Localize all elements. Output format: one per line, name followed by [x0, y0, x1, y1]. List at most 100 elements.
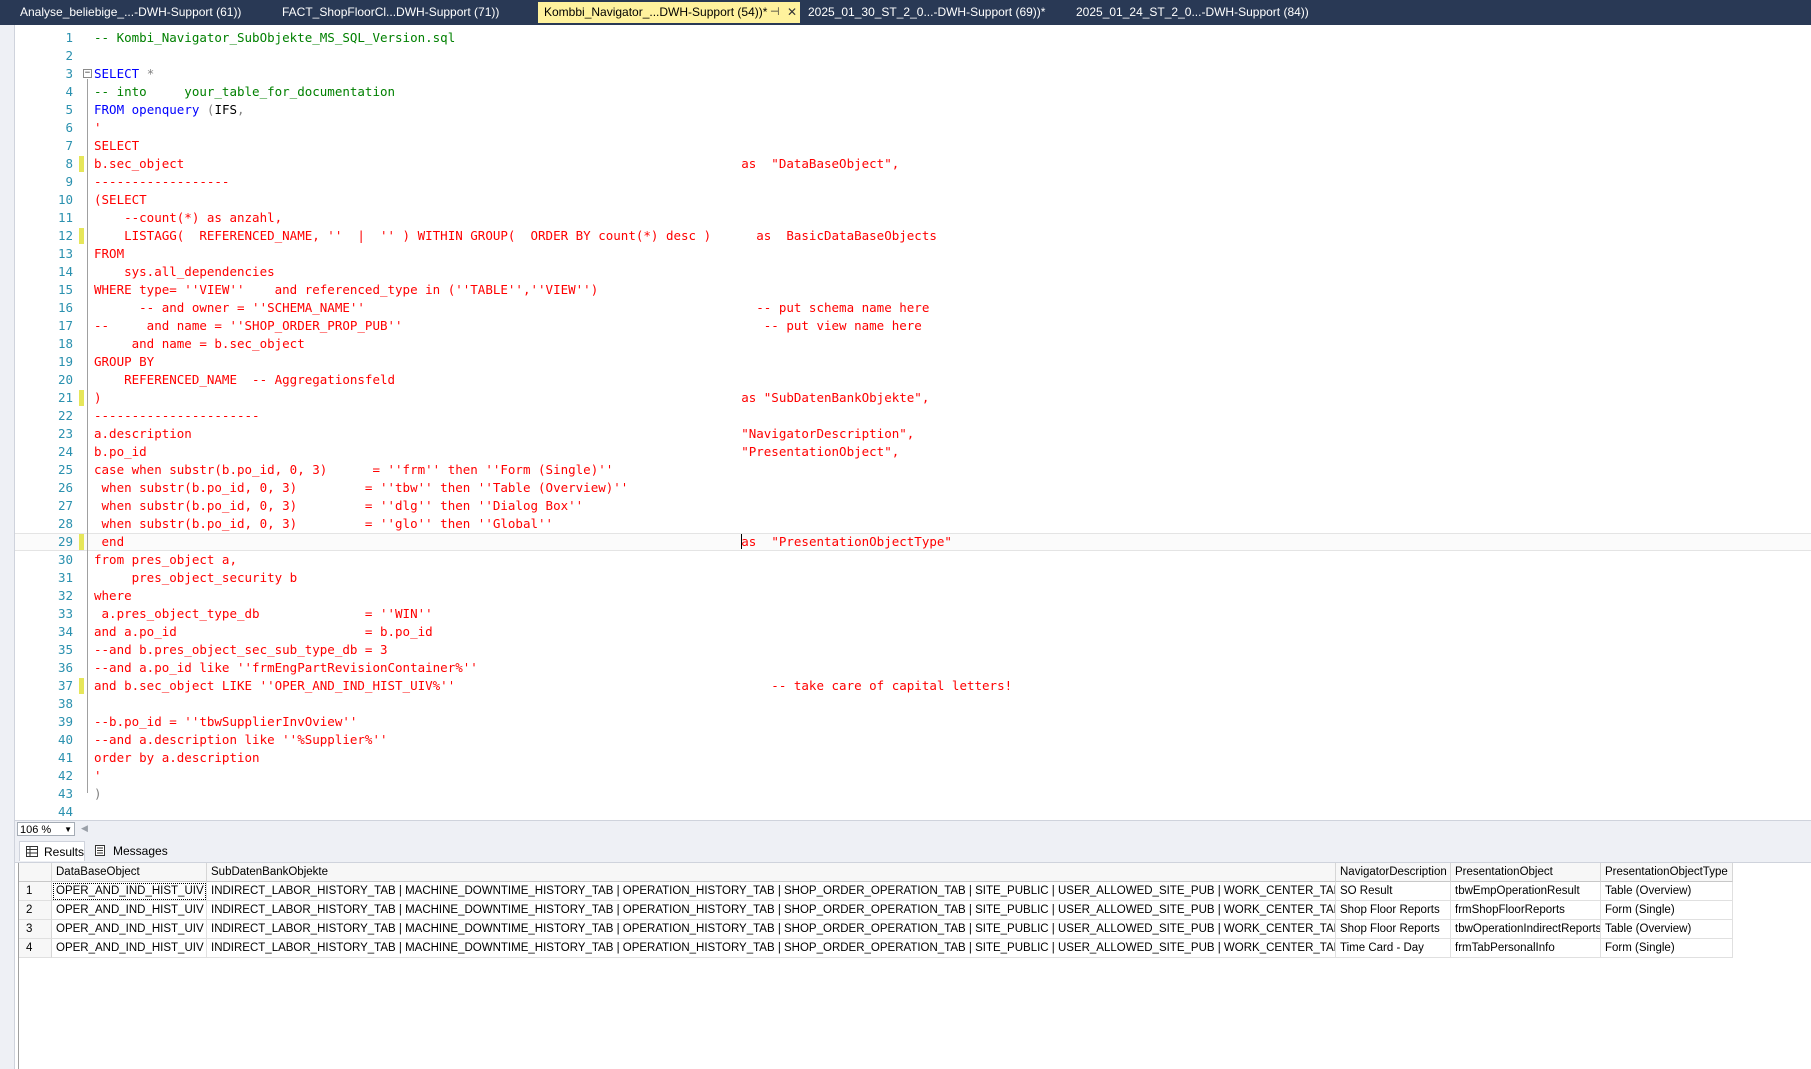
code-text: FROM openquery (IFS, [94, 101, 245, 119]
code-line[interactable]: 42 ' [15, 767, 1811, 785]
zoom-select[interactable]: 106 % ▼ [17, 822, 75, 836]
cell-sub-objects[interactable]: INDIRECT_LABOR_HISTORY_TAB | MACHINE_DOW… [207, 901, 1336, 920]
code-line[interactable]: 43) [15, 785, 1811, 803]
code-line[interactable]: 30 from pres_object a, [15, 551, 1811, 569]
code-line[interactable]: 44 [15, 803, 1811, 821]
code-line[interactable]: 13 FROM [15, 245, 1811, 263]
code-line[interactable]: 12 LISTAGG( REFERENCED_NAME, '' | '' ) W… [15, 227, 1811, 245]
column-header[interactable]: PresentationObject [1451, 863, 1601, 882]
object-explorer-edge [0, 25, 15, 1069]
code-line[interactable]: 24 b.po_id "PresentationObject", [15, 443, 1811, 461]
code-line[interactable]: 20 REFERENCED_NAME -- Aggregationsfeld [15, 371, 1811, 389]
cell-presentation-object[interactable]: frmShopFloorReports [1451, 901, 1601, 920]
code-line[interactable]: 35 --and b.pres_object_sec_sub_type_db = … [15, 641, 1811, 659]
code-token: ---------------------- [94, 408, 260, 423]
column-header[interactable]: DataBaseObject [52, 863, 207, 882]
code-line[interactable]: 27 when substr(b.po_id, 0, 3) = ''dlg'' … [15, 497, 1811, 515]
cell-sub-objects[interactable]: INDIRECT_LABOR_HISTORY_TAB | MACHINE_DOW… [207, 939, 1336, 958]
cell-database-object[interactable]: OPER_AND_IND_HIST_UIV [52, 939, 207, 958]
sql-editor[interactable]: 1 -- Kombi_Navigator_SubObjekte_MS_SQL_Ve… [15, 25, 1811, 820]
cell-database-object[interactable]: OPER_AND_IND_HIST_UIV [52, 901, 207, 920]
cell-presentation-object[interactable]: frmTabPersonalInfo [1451, 939, 1601, 958]
cell-database-object[interactable]: OPER_AND_IND_HIST_UIV [52, 882, 207, 901]
line-number: 1 [65, 30, 73, 45]
code-line[interactable]: 21) as "SubDatenBankObjekte", [15, 389, 1811, 407]
code-line[interactable]: 17 -- and name = ''SHOP_ORDER_PROP_PUB'' … [15, 317, 1811, 335]
row-number[interactable]: 4 [19, 939, 52, 958]
code-line[interactable]: 29 end as "PresentationObjectType" [15, 533, 1811, 551]
code-text: GROUP BY [94, 353, 154, 371]
code-line[interactable]: 40 --and a.description like ''%Supplier%'… [15, 731, 1811, 749]
code-line[interactable]: 31 pres_object_security b [15, 569, 1811, 587]
code-line[interactable]: 5 FROM openquery (IFS, [15, 101, 1811, 119]
row-number[interactable]: 3 [19, 920, 52, 939]
column-header[interactable]: SubDatenBankObjekte [207, 863, 1336, 882]
cell-sub-objects[interactable]: INDIRECT_LABOR_HISTORY_TAB | MACHINE_DOW… [207, 882, 1336, 901]
cell-presentation-object-type[interactable]: Form (Single) [1601, 901, 1733, 920]
doc-tab-2025-01-30[interactable]: 2025_01_30_ST_2_0...-DWH-Support (69))* [802, 2, 1070, 23]
code-line[interactable]: 16 -- and owner = ''SCHEMA_NAME'' -- put… [15, 299, 1811, 317]
tab-results[interactable]: Results [19, 841, 85, 861]
code-line[interactable]: 2 [15, 47, 1811, 65]
cell-presentation-object-type[interactable]: Table (Overview) [1601, 882, 1733, 901]
code-line[interactable]: 10 (SELECT [15, 191, 1811, 209]
line-number: 42 [57, 768, 73, 783]
code-line[interactable]: 6 ' [15, 119, 1811, 137]
line-number: 14 [57, 264, 73, 279]
code-text: ------------------ [94, 173, 229, 191]
code-line[interactable]: 28 when substr(b.po_id, 0, 3) = ''glo'' … [15, 515, 1811, 533]
code-line[interactable]: 37 and b.sec_object LIKE ''OPER_AND_IND_H… [15, 677, 1811, 695]
cell-navigator-description[interactable]: Shop Floor Reports [1336, 901, 1451, 920]
code-line[interactable]: 23 a.description "NavigatorDescription", [15, 425, 1811, 443]
code-line[interactable]: 25 case when substr(b.po_id, 0, 3) = ''fr… [15, 461, 1811, 479]
doc-tab-2025-01-24[interactable]: 2025_01_24_ST_2_0...-DWH-Support (84)) [1070, 2, 1332, 23]
code-line[interactable]: 22 ---------------------- [15, 407, 1811, 425]
line-number: 39 [57, 714, 73, 729]
code-line[interactable]: 36 --and a.po_id like ''frmEngPartRevisio… [15, 659, 1811, 677]
doc-tab-fact-shopfloor[interactable]: FACT_ShopFloorCl...DWH-Support (71)) [276, 2, 538, 23]
code-line[interactable]: 1 -- Kombi_Navigator_SubObjekte_MS_SQL_Ve… [15, 29, 1811, 47]
cell-database-object[interactable]: OPER_AND_IND_HIST_UIV [52, 920, 207, 939]
column-header[interactable]: PresentationObjectType [1601, 863, 1733, 882]
collapse-icon[interactable]: − [83, 69, 92, 78]
code-line[interactable]: 7 SELECT [15, 137, 1811, 155]
column-header[interactable]: NavigatorDescription [1336, 863, 1451, 882]
code-line[interactable]: 33 a.pres_object_type_db = ''WIN'' [15, 605, 1811, 623]
results-grid[interactable]: DataBaseObject SubDatenBankObjekte Navig… [18, 863, 1811, 1069]
code-line[interactable]: 9 ------------------ [15, 173, 1811, 191]
cell-presentation-object[interactable]: tbwOperationIndirectReports [1451, 920, 1601, 939]
cell-navigator-description[interactable]: Shop Floor Reports [1336, 920, 1451, 939]
code-line[interactable]: 14 sys.all_dependencies [15, 263, 1811, 281]
code-line[interactable]: 15 WHERE type= ''VIEW'' and referenced_ty… [15, 281, 1811, 299]
cell-navigator-description[interactable]: Time Card - Day [1336, 939, 1451, 958]
row-number[interactable]: 1 [19, 882, 52, 901]
cell-presentation-object[interactable]: tbwEmpOperationResult [1451, 882, 1601, 901]
code-line[interactable]: 39 --b.po_id = ''tbwSupplierInvOview'' [15, 713, 1811, 731]
line-number: 18 [57, 336, 73, 351]
doc-tab-analyse[interactable]: Analyse_beliebige_...-DWH-Support (61)) [14, 2, 276, 23]
row-number[interactable]: 2 [19, 901, 52, 920]
code-line[interactable]: 19 GROUP BY [15, 353, 1811, 371]
cell-navigator-description[interactable]: SO Result [1336, 882, 1451, 901]
code-line[interactable]: 8 b.sec_object as "DataBaseObject", [15, 155, 1811, 173]
pin-icon[interactable]: ⊣ [770, 2, 780, 23]
tab-messages[interactable]: Messages [89, 841, 171, 861]
code-line[interactable]: 11 --count(*) as anzahl, [15, 209, 1811, 227]
close-icon[interactable]: ✕ [787, 2, 797, 23]
scroll-left-icon[interactable]: ◀ [81, 823, 88, 834]
cell-presentation-object-type[interactable]: Form (Single) [1601, 939, 1733, 958]
code-line[interactable]: 3 − SELECT * [15, 65, 1811, 83]
code-line[interactable]: 38 [15, 695, 1811, 713]
cell-presentation-object-type[interactable]: Table (Overview) [1601, 920, 1733, 939]
code-line[interactable]: 26 when substr(b.po_id, 0, 3) = ''tbw'' … [15, 479, 1811, 497]
code-token: b.sec_object as "DataBaseObject", [94, 156, 900, 171]
code-token: b.po_id "PresentationObject", [94, 444, 900, 459]
code-line[interactable]: 4 -- into your_table_for_documentation [15, 83, 1811, 101]
code-line[interactable]: 18 and name = b.sec_object [15, 335, 1811, 353]
doc-tab-kombi-navigator[interactable]: Kombbi_Navigator_...DWH-Support (54))* ⊣… [538, 2, 800, 23]
code-line[interactable]: 34 and a.po_id = b.po_id [15, 623, 1811, 641]
code-line[interactable]: 41 order by a.description [15, 749, 1811, 767]
code-token: ' [94, 768, 102, 783]
cell-sub-objects[interactable]: INDIRECT_LABOR_HISTORY_TAB | MACHINE_DOW… [207, 920, 1336, 939]
code-line[interactable]: 32 where [15, 587, 1811, 605]
